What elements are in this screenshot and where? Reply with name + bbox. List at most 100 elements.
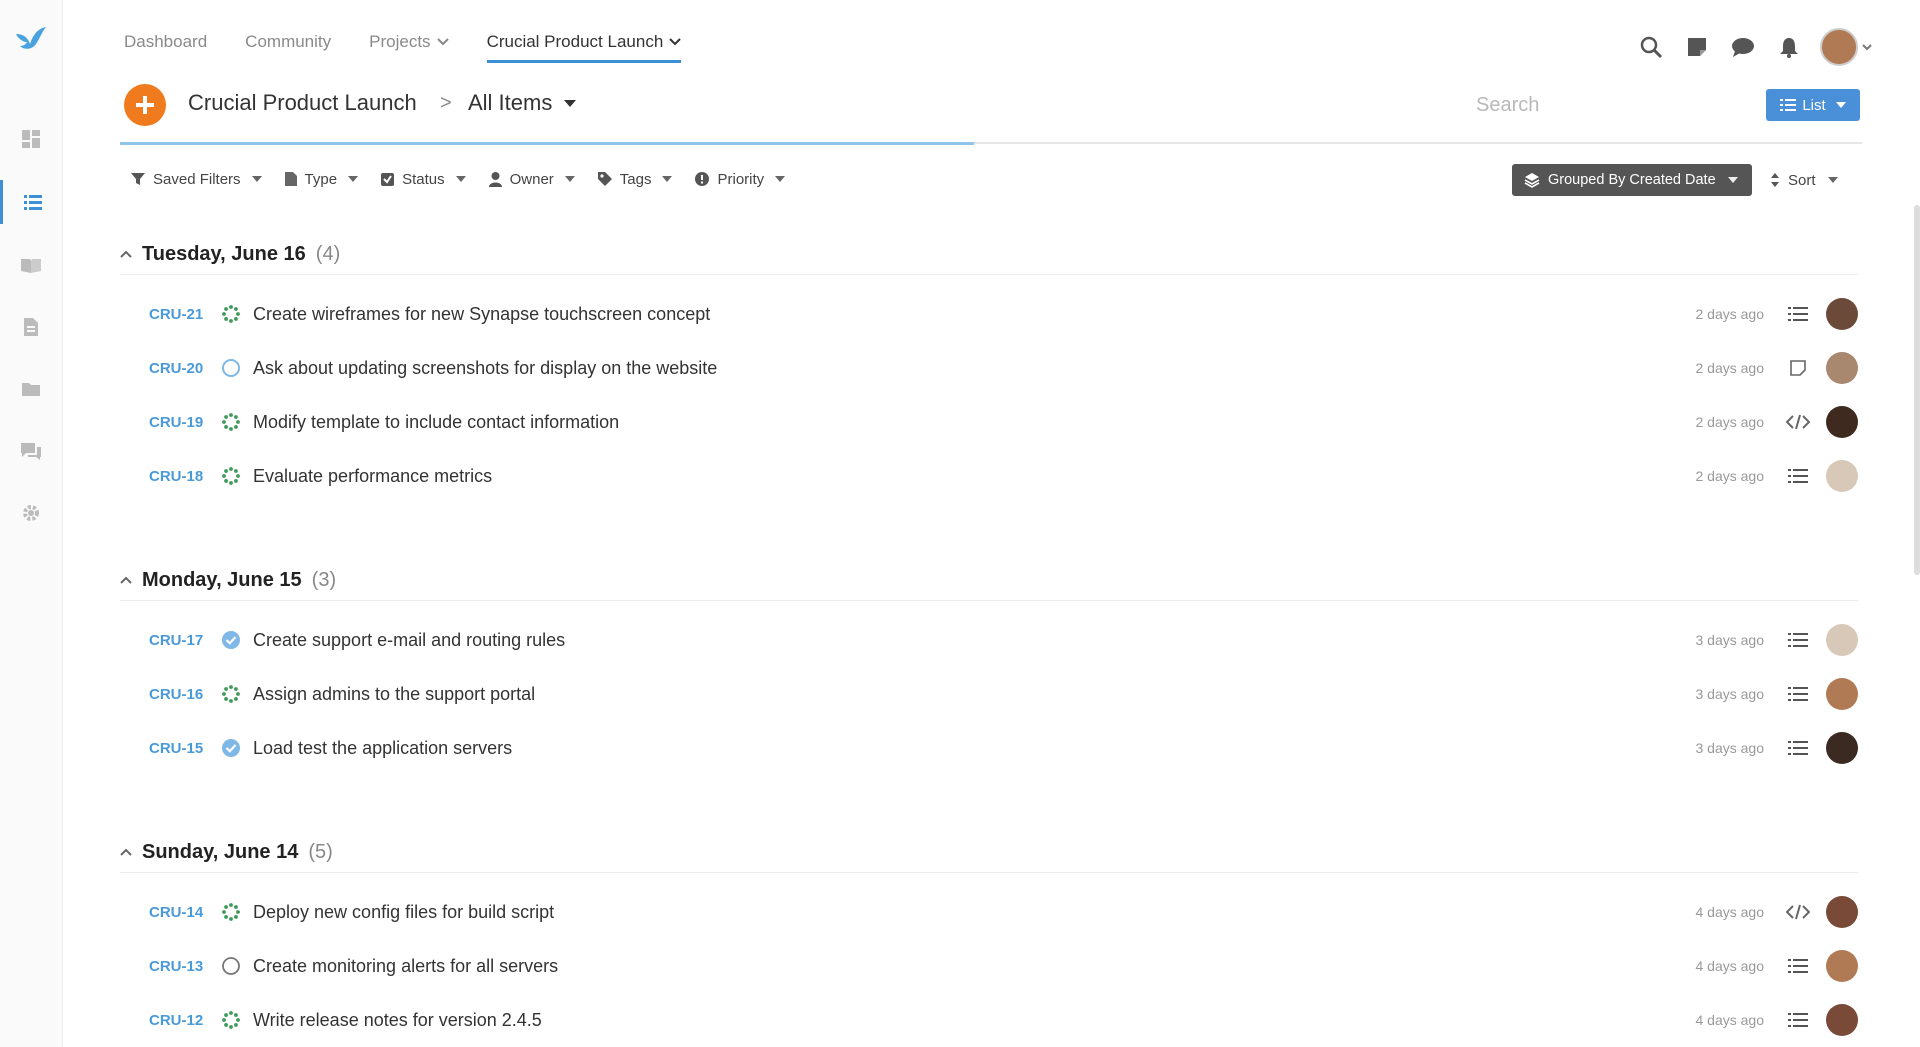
search-input[interactable]	[1474, 88, 1758, 122]
top-right-actions	[1636, 28, 1872, 66]
caret-down-icon	[455, 176, 466, 182]
nav-projects[interactable]: Projects	[369, 24, 449, 60]
item-id-link[interactable]: CRU-19	[149, 414, 213, 431]
discussions-icon[interactable]	[0, 429, 62, 473]
chevron-up-icon[interactable]	[120, 250, 132, 258]
group-by-button[interactable]: Grouped By Created Date	[1512, 164, 1752, 196]
item-title[interactable]: Ask about updating screenshots for displ…	[253, 358, 717, 379]
owner-dropdown[interactable]: Owner	[488, 166, 575, 192]
list-icon	[1780, 99, 1797, 111]
code-icon	[1786, 414, 1810, 430]
document-icon[interactable]	[0, 305, 62, 349]
item-id-link[interactable]: CRU-16	[149, 686, 213, 703]
group-title: Sunday, June 14	[142, 840, 299, 863]
tags-dropdown[interactable]: Tags	[597, 166, 673, 192]
nav-current-project[interactable]: Crucial Product Launch	[486, 24, 682, 63]
list-item[interactable]: CRU-14 Deploy new config files for build …	[120, 885, 1858, 939]
dashboard-icon[interactable]	[0, 117, 62, 161]
item-id-link[interactable]: CRU-20	[149, 360, 213, 377]
folder-icon[interactable]	[0, 367, 62, 411]
chevron-up-icon[interactable]	[120, 576, 132, 584]
chevron-up-icon[interactable]	[120, 848, 132, 856]
item-created-time: 4 days ago	[1695, 958, 1765, 974]
scrollbar[interactable]	[1914, 205, 1920, 575]
status-in-progress-icon[interactable]	[221, 412, 241, 432]
owner-avatar[interactable]	[1826, 896, 1858, 928]
owner-avatar[interactable]	[1826, 1004, 1858, 1036]
item-created-time: 2 days ago	[1695, 306, 1765, 322]
status-in-progress-icon[interactable]	[221, 466, 241, 486]
bell-icon[interactable]	[1774, 32, 1804, 62]
item-id-link[interactable]: CRU-13	[149, 958, 213, 975]
chat-icon[interactable]	[1728, 32, 1758, 62]
owner-avatar[interactable]	[1826, 352, 1858, 384]
status-dropdown[interactable]: Status	[380, 166, 466, 192]
list-item[interactable]: CRU-21 Create wireframes for new Synapse …	[120, 287, 1858, 341]
type-dropdown[interactable]: Type	[284, 166, 359, 192]
list-item[interactable]: CRU-20 Ask about updating screenshots for…	[120, 341, 1858, 395]
item-title[interactable]: Create monitoring alerts for all servers	[253, 956, 558, 977]
list-view-button[interactable]: List	[1766, 89, 1860, 121]
date-group: Sunday, June 14 (5) CRU-14 Deploy new confi…	[120, 832, 1858, 1047]
date-group: Tuesday, June 16 (4) CRU-21 Create wirefram…	[120, 234, 1858, 503]
owner-avatar[interactable]	[1826, 950, 1858, 982]
owner-avatar[interactable]	[1826, 732, 1858, 764]
book-icon[interactable]	[0, 243, 62, 287]
owner-avatar[interactable]	[1826, 406, 1858, 438]
list-item[interactable]: CRU-13 Create monitoring alerts for all s…	[120, 939, 1858, 993]
priority-dropdown[interactable]: Priority	[694, 166, 786, 192]
list-item[interactable]: CRU-16 Assign admins to the support porta…	[120, 667, 1858, 721]
item-created-time: 4 days ago	[1695, 904, 1765, 920]
item-id-link[interactable]: CRU-12	[149, 1012, 213, 1029]
list-item[interactable]: CRU-12 Write release notes for version 2.…	[120, 993, 1858, 1047]
list-item[interactable]: CRU-18 Evaluate performance metrics 2 days…	[120, 449, 1858, 503]
status-in-progress-icon[interactable]	[221, 684, 241, 704]
group-header[interactable]: Tuesday, June 16 (4)	[120, 234, 1858, 275]
list-item[interactable]: CRU-17 Create support e-mail and routing …	[120, 613, 1858, 667]
status-open-grey-icon[interactable]	[221, 956, 241, 976]
list-view-icon[interactable]	[0, 180, 62, 224]
chevron-down-icon	[436, 38, 449, 46]
status-in-progress-icon[interactable]	[221, 1010, 241, 1030]
status-in-progress-icon[interactable]	[221, 902, 241, 922]
item-title[interactable]: Create support e-mail and routing rules	[253, 630, 565, 651]
item-title[interactable]: Load test the application servers	[253, 738, 512, 759]
owner-avatar[interactable]	[1826, 298, 1858, 330]
nav-dashboard[interactable]: Dashboard	[124, 24, 207, 60]
item-title[interactable]: Assign admins to the support portal	[253, 684, 535, 705]
saved-filters-dropdown[interactable]: Saved Filters	[130, 166, 262, 192]
app-logo-icon[interactable]	[14, 24, 48, 54]
status-open-blue-icon[interactable]	[221, 358, 241, 378]
owner-avatar[interactable]	[1826, 678, 1858, 710]
settings-gear-icon[interactable]	[0, 491, 62, 535]
status-in-progress-icon[interactable]	[221, 304, 241, 324]
item-title[interactable]: Deploy new config files for build script	[253, 902, 554, 923]
add-item-button[interactable]	[124, 84, 166, 126]
user-menu[interactable]	[1820, 28, 1872, 66]
sort-dropdown[interactable]: Sort	[1770, 164, 1838, 196]
nav-community[interactable]: Community	[245, 24, 331, 60]
breadcrumb-project[interactable]: Crucial Product Launch	[188, 90, 417, 116]
search-icon[interactable]	[1636, 32, 1666, 62]
item-id-link[interactable]: CRU-18	[149, 468, 213, 485]
item-title[interactable]: Create wireframes for new Synapse touchs…	[253, 304, 710, 325]
status-done-icon[interactable]	[221, 630, 241, 650]
owner-avatar[interactable]	[1826, 460, 1858, 492]
left-rail	[0, 0, 63, 1047]
item-id-link[interactable]: CRU-15	[149, 740, 213, 757]
list-item[interactable]: CRU-19 Modify template to include contact…	[120, 395, 1858, 449]
item-title[interactable]: Write release notes for version 2.4.5	[253, 1010, 542, 1031]
item-id-link[interactable]: CRU-17	[149, 632, 213, 649]
item-title[interactable]: Evaluate performance metrics	[253, 466, 492, 487]
group-header[interactable]: Monday, June 15 (3)	[120, 560, 1858, 601]
item-created-time: 2 days ago	[1695, 468, 1765, 484]
group-header[interactable]: Sunday, June 14 (5)	[120, 832, 1858, 873]
item-id-link[interactable]: CRU-14	[149, 904, 213, 921]
item-id-link[interactable]: CRU-21	[149, 306, 213, 323]
status-done-icon[interactable]	[221, 738, 241, 758]
owner-avatar[interactable]	[1826, 624, 1858, 656]
item-title[interactable]: Modify template to include contact infor…	[253, 412, 619, 433]
list-item[interactable]: CRU-15 Load test the application servers 3…	[120, 721, 1858, 775]
view-selector[interactable]: All Items	[468, 90, 577, 116]
notes-icon[interactable]	[1682, 32, 1712, 62]
